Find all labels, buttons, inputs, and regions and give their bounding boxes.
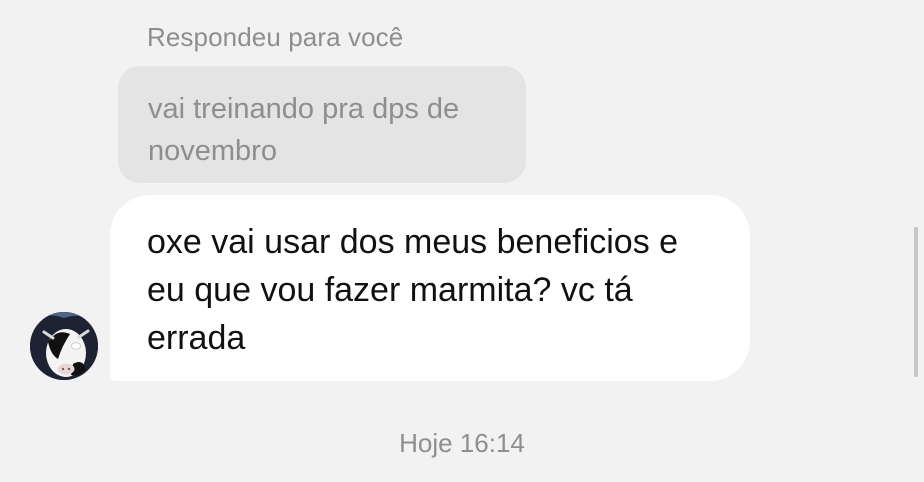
scrollbar[interactable] [914, 227, 918, 377]
message-bubble[interactable]: oxe vai usar dos meus beneficios e eu qu… [110, 195, 750, 381]
quoted-message-bubble[interactable]: vai treinando pra dps de novembro [118, 66, 526, 183]
cow-avatar-icon [30, 312, 98, 380]
reply-label: Respondeu para você [147, 22, 404, 52]
sender-avatar[interactable] [30, 312, 98, 380]
message-timestamp: Hoje 16:14 [399, 428, 525, 458]
